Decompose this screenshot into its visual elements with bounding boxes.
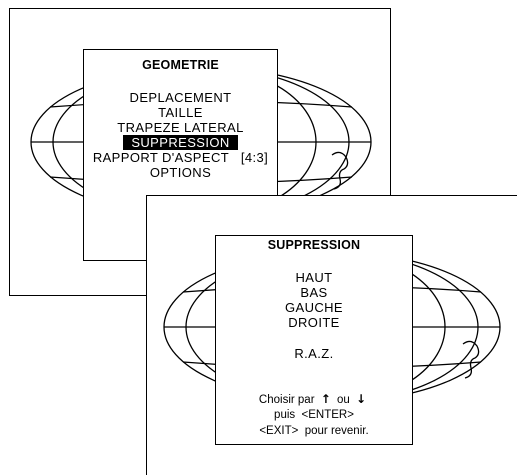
- navigation-hint: Choisir par ↑ ou ↓ puis <ENTER> <EXIT> p…: [216, 391, 412, 439]
- menu-item-suppression[interactable]: SUPPRESSION: [84, 135, 277, 150]
- geometrie-menu-title: GEOMETRIE: [142, 58, 219, 72]
- hint-line-choose: Choisir par ↑ ou ↓: [258, 392, 367, 406]
- suppression-menu-title: SUPPRESSION: [267, 238, 361, 252]
- menu-item-gauche[interactable]: GAUCHE: [216, 300, 412, 315]
- menu-item-taille[interactable]: TAILLE: [84, 105, 277, 120]
- projector-osd-stage: GEOMETRIE DEPLACEMENT TAILLE TRAPEZE LAT…: [0, 0, 517, 475]
- menu-item-bas[interactable]: BAS: [216, 285, 412, 300]
- hint-line-exit: <EXIT> pour revenir.: [259, 425, 369, 437]
- suppression-screen: SUPPRESSION HAUT BAS GAUCHE DROITE R.A.Z…: [146, 195, 517, 475]
- menu-item-droite[interactable]: DROITE: [216, 315, 412, 330]
- menu-item-options[interactable]: OPTIONS: [84, 165, 277, 180]
- geometrie-menu-items: DEPLACEMENT TAILLE TRAPEZE LATERAL SUPPR…: [84, 90, 277, 180]
- menu-item-trapeze-lateral[interactable]: TRAPEZE LATERAL: [84, 120, 277, 135]
- menu-item-raz[interactable]: R.A.Z.: [216, 346, 412, 361]
- arrow-up-icon: ↑: [320, 392, 331, 406]
- arrow-down-icon: ↓: [356, 392, 367, 406]
- menu-item-deplacement[interactable]: DEPLACEMENT: [84, 90, 277, 105]
- suppression-menu: SUPPRESSION HAUT BAS GAUCHE DROITE R.A.Z…: [215, 235, 413, 445]
- hint-line-enter: puis <ENTER>: [274, 409, 354, 421]
- menu-item-rapport-d-aspect[interactable]: RAPPORT D'ASPECT [4:3]: [84, 150, 277, 165]
- suppression-menu-items: HAUT BAS GAUCHE DROITE R.A.Z.: [216, 270, 412, 361]
- menu-item-haut[interactable]: HAUT: [216, 270, 412, 285]
- menu-spacer: [216, 330, 412, 346]
